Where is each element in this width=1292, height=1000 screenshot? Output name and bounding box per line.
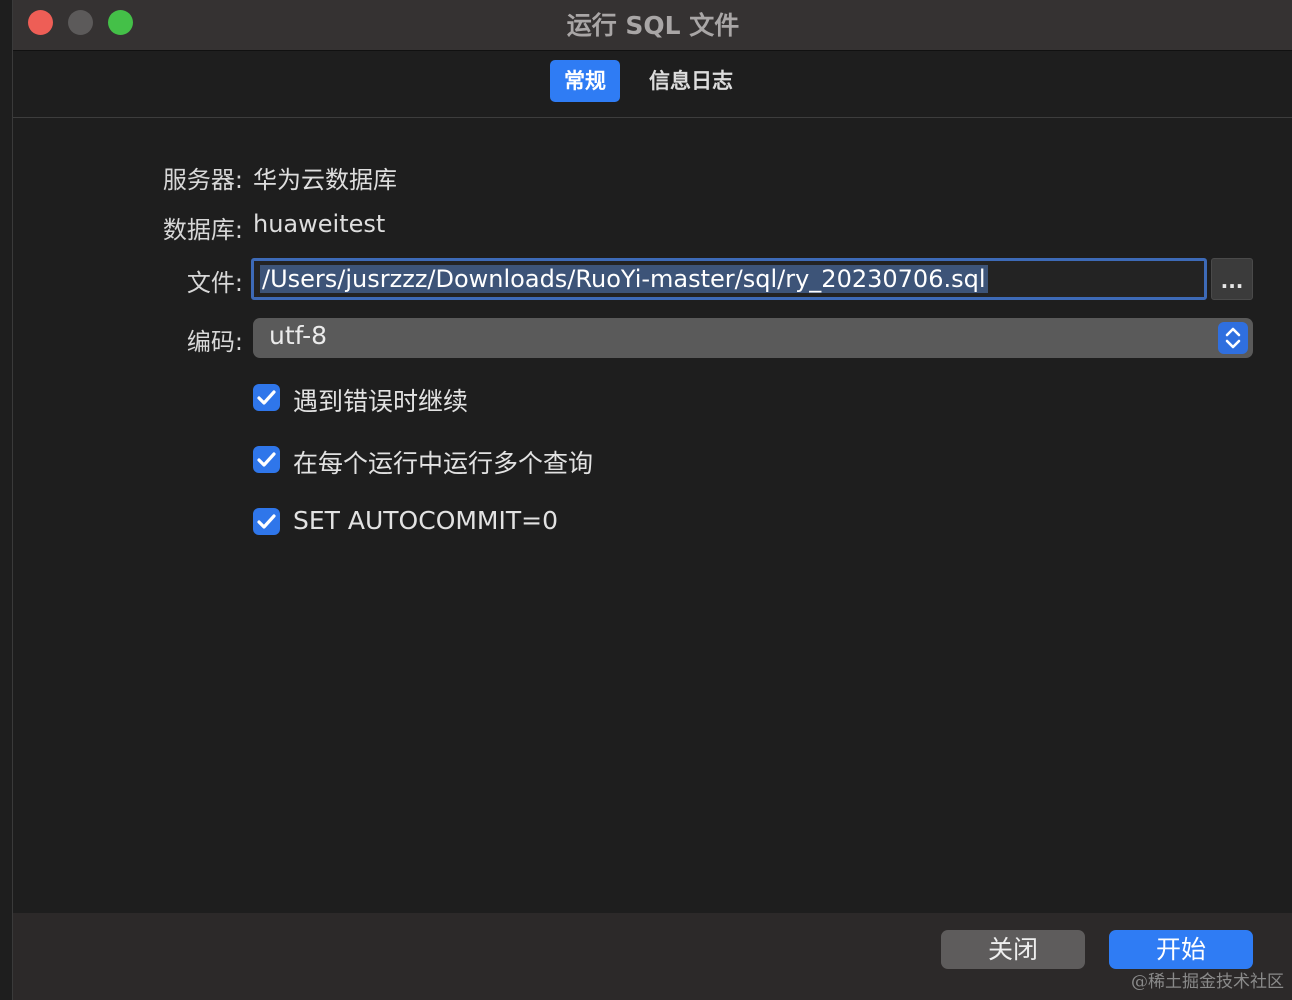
watermark: @稀土掘金技术社区 [1131,972,1284,992]
tab-general[interactable]: 常规 [550,60,620,102]
server-value: 华为云数据库 [253,166,397,194]
checkmark-icon [257,452,276,467]
autocommit-label: SET AUTOCOMMIT=0 [293,506,559,535]
file-path-input[interactable]: /Users/jusrzzz/Downloads/RuoYi-master/sq… [251,258,1207,300]
run-sql-file-dialog: 运行 SQL 文件 常规 信息日志 服务器: 华为云数据库 数据库: huawe… [12,0,1292,1000]
autocommit-checkbox[interactable] [253,508,280,535]
updown-chevron-icon [1218,322,1248,354]
database-value: huaweitest [253,210,386,238]
browse-file-button[interactable]: ... [1211,258,1253,300]
dialog-footer: 关闭 开始 [13,913,1292,1000]
checkmark-icon [257,514,276,529]
checkmark-icon [257,390,276,405]
database-label: 数据库: [162,216,243,244]
multiple-queries-label: 在每个运行中运行多个查询 [293,449,594,478]
encoding-select[interactable]: utf-8 [253,318,1253,358]
tab-bar: 常规 信息日志 [13,51,1292,118]
continue-on-error-checkbox[interactable] [253,384,280,411]
start-button[interactable]: 开始 [1109,930,1253,969]
close-button[interactable]: 关闭 [941,930,1085,969]
continue-on-error-label: 遇到错误时继续 [293,387,469,416]
tab-message-log[interactable]: 信息日志 [635,60,747,102]
file-path-text: /Users/jusrzzz/Downloads/RuoYi-master/sq… [260,265,988,293]
server-label: 服务器: [162,166,243,194]
file-label: 文件: [186,269,243,297]
encoding-selected-value: utf-8 [269,321,328,350]
window-title: 运行 SQL 文件 [566,11,740,40]
encoding-label: 编码: [186,328,243,356]
title-bar: 运行 SQL 文件 [13,0,1292,51]
multiple-queries-checkbox[interactable] [253,446,280,473]
